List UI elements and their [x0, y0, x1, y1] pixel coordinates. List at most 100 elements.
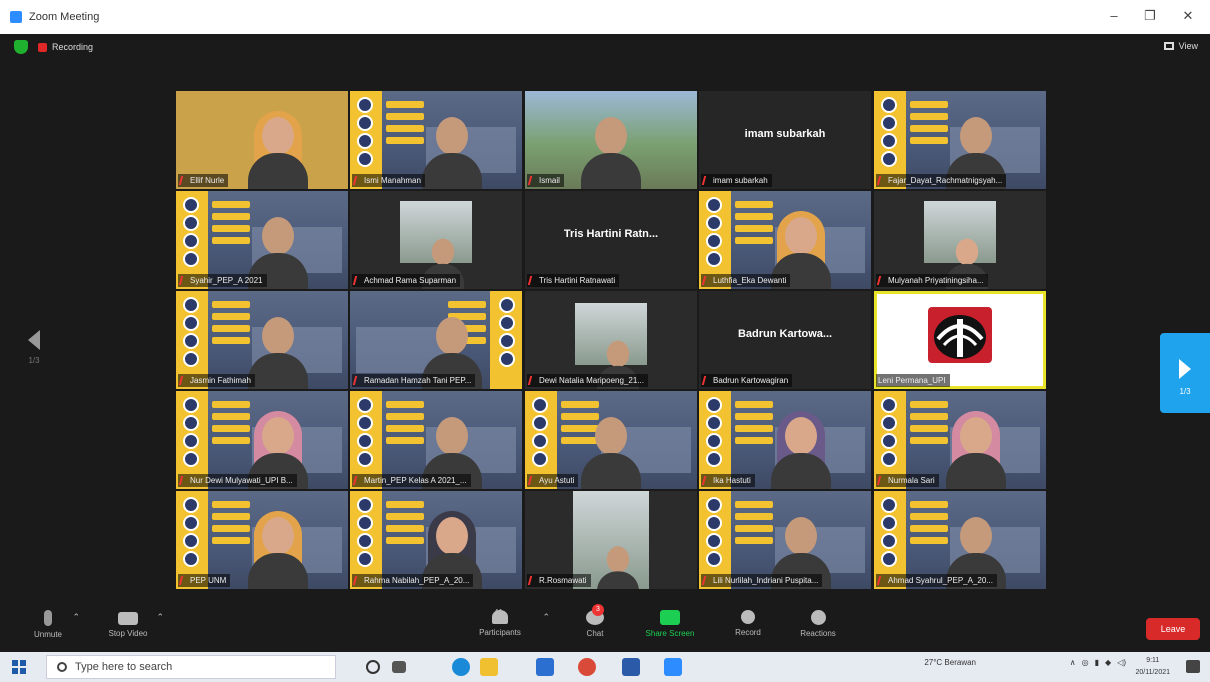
taskbar-search[interactable]	[46, 655, 336, 679]
participant-tile[interactable]: R.Rosmawati	[525, 491, 697, 589]
mail-icon[interactable]	[536, 658, 554, 676]
participant-name: Martin_PEP Kelas A 2021_...	[364, 476, 467, 485]
participant-name-tag: Nurmala Sari	[876, 474, 939, 487]
view-button[interactable]: View	[1163, 41, 1198, 51]
file-explorer-icon[interactable]	[480, 658, 498, 676]
participant-tile[interactable]: Ramadan Hamzah Tani PEP...	[350, 291, 522, 389]
participants-options-caret[interactable]: ⌃	[542, 612, 550, 623]
participant-tile[interactable]: Lili Nurlilah_Indriani Puspita...	[699, 491, 871, 589]
participant-name-tag: imam subarkah	[701, 174, 772, 187]
unmute-button[interactable]: Unmute ⌃	[28, 610, 80, 639]
next-page-button[interactable]: 1/3	[1160, 333, 1210, 413]
participant-name: imam subarkah	[713, 176, 768, 185]
participant-name-tag: Martin_PEP Kelas A 2021_...	[352, 474, 471, 487]
meeting-area: Recording View 1/3 1/3 Ellif Nurle Ismi M…	[0, 34, 1210, 606]
mic-muted-icon	[352, 576, 363, 585]
participant-video	[771, 409, 831, 489]
mic-muted-icon	[352, 476, 363, 485]
audio-options-caret[interactable]: ⌃	[72, 612, 80, 623]
recording-label: Recording	[52, 42, 94, 52]
edge-browser-icon[interactable]	[452, 658, 470, 676]
participants-button[interactable]: 41 Participants ⌃	[472, 608, 550, 637]
participant-tile[interactable]: Achmad Rama Suparman	[350, 191, 522, 289]
leave-button[interactable]: Leave	[1146, 618, 1200, 640]
notification-center-icon[interactable]	[1186, 660, 1200, 673]
video-camera-icon	[118, 612, 138, 625]
participant-tile[interactable]: Leni Permana_UPI	[874, 291, 1046, 389]
participant-tile[interactable]: Badrun Kartowa... Badrun Kartowagiran	[699, 291, 871, 389]
meeting-status: Recording	[14, 40, 93, 54]
stop-video-button[interactable]: Stop Video ⌃	[104, 610, 164, 638]
cortana-icon[interactable]	[366, 660, 380, 674]
participant-tile[interactable]: Rahma Nabilah_PEP_A_20...	[350, 491, 522, 589]
zoom-app-icon	[10, 11, 22, 23]
volume-icon[interactable]: ◁)	[1117, 658, 1126, 667]
network-icon[interactable]: ◎	[1082, 658, 1089, 667]
mic-muted-icon	[527, 476, 538, 485]
participant-tile[interactable]: Martin_PEP Kelas A 2021_...	[350, 391, 522, 489]
participant-name-tag: Luthfia_Eka Dewanti	[701, 274, 791, 287]
security-shield-icon[interactable]	[14, 40, 28, 54]
zoom-taskbar-icon[interactable]	[664, 658, 682, 676]
participant-tile[interactable]: Ellif Nurle	[176, 91, 348, 189]
participant-name: Lili Nurlilah_Indriani Puspita...	[713, 576, 819, 585]
participant-video	[581, 109, 641, 189]
weather-widget[interactable]: 27°C Berawan	[924, 658, 976, 667]
task-view-icon[interactable]	[392, 661, 406, 673]
windows-taskbar: 27°C Berawan ∧ ◎ ▮ ◆ ◁) 9:11 20/11/2021	[0, 652, 1210, 682]
participant-tile[interactable]: imam subarkah imam subarkah	[699, 91, 871, 189]
participant-tile[interactable]: Tris Hartini Ratn... Tris Hartini Ratnawa…	[525, 191, 697, 289]
participant-name: Achmad Rama Suparman	[364, 276, 457, 285]
mic-muted-icon	[527, 176, 538, 185]
participant-tile[interactable]: Luthfia_Eka Dewanti	[699, 191, 871, 289]
participant-tile[interactable]: Nurmala Sari	[874, 391, 1046, 489]
share-screen-button[interactable]: Share Screen	[638, 610, 702, 638]
wifi-icon[interactable]: ◆	[1105, 658, 1111, 667]
minimize-button[interactable]: –	[1104, 8, 1124, 23]
participant-tile[interactable]: PEP UNM	[176, 491, 348, 589]
mic-muted-icon	[352, 176, 363, 185]
mic-muted-icon	[701, 176, 712, 185]
maximize-button[interactable]: ❐	[1140, 8, 1160, 24]
participant-name: Nurmala Sari	[888, 476, 935, 485]
chrome-icon[interactable]	[578, 658, 596, 676]
participant-tile[interactable]: Nur Dewi Mulyawati_UPI B...	[176, 391, 348, 489]
system-tray-icons[interactable]: ∧ ◎ ▮ ◆ ◁)	[1070, 658, 1126, 667]
participant-tile[interactable]: Ismail	[525, 91, 697, 189]
participant-tile[interactable]: Ahmad Syahrul_PEP_A_20...	[874, 491, 1046, 589]
taskbar-clock[interactable]: 9:11 20/11/2021	[1135, 655, 1170, 679]
participant-tile[interactable]: Syahir_PEP_A 2021	[176, 191, 348, 289]
participant-tile[interactable]: Ika Hastuti	[699, 391, 871, 489]
mic-muted-icon	[701, 576, 712, 585]
chat-button[interactable]: 3 Chat	[578, 604, 612, 638]
participant-video	[400, 201, 472, 289]
tray-chevron-icon[interactable]: ∧	[1070, 658, 1076, 667]
participant-tile[interactable]: Dewi Natalia Maripoeng_21...	[525, 291, 697, 389]
battery-icon[interactable]: ▮	[1095, 658, 1099, 667]
close-button[interactable]: ✕	[1178, 8, 1198, 24]
record-button[interactable]: Record	[730, 610, 766, 637]
reactions-label: Reactions	[800, 629, 836, 638]
mic-muted-icon	[178, 476, 189, 485]
reactions-button[interactable]: Reactions	[795, 610, 841, 638]
participant-name: Fajar_Dayat_Rachmatnigsyah...	[888, 176, 1003, 185]
participant-name: PEP UNM	[190, 576, 227, 585]
participant-display-name: imam subarkah	[744, 128, 826, 140]
mic-muted-icon	[876, 176, 887, 185]
participants-count: 41	[494, 608, 503, 617]
video-options-caret[interactable]: ⌃	[156, 612, 164, 623]
participant-tile[interactable]: Fajar_Dayat_Rachmatnigsyah...	[874, 91, 1046, 189]
participant-name-tag: Dewi Natalia Maripoeng_21...	[527, 374, 648, 387]
participant-tile[interactable]: Ayu Astuti	[525, 391, 697, 489]
participant-tile[interactable]: Ismi Manahman	[350, 91, 522, 189]
prev-page-button[interactable]: 1/3	[14, 330, 54, 365]
participant-tile[interactable]: Jasmin Fathimah	[176, 291, 348, 389]
participant-name: Nur Dewi Mulyawati_UPI B...	[190, 476, 293, 485]
participant-name-tag: Ismi Manahman	[352, 174, 425, 187]
word-icon[interactable]	[622, 658, 640, 676]
windows-start-icon[interactable]	[12, 660, 26, 674]
participant-name-tag: Ayu Astuti	[527, 474, 579, 487]
next-page-indicator: 1/3	[1179, 387, 1191, 396]
participant-tile[interactable]: Mulyanah Priyatiningsiha...	[874, 191, 1046, 289]
taskbar-search-input[interactable]	[75, 661, 305, 673]
